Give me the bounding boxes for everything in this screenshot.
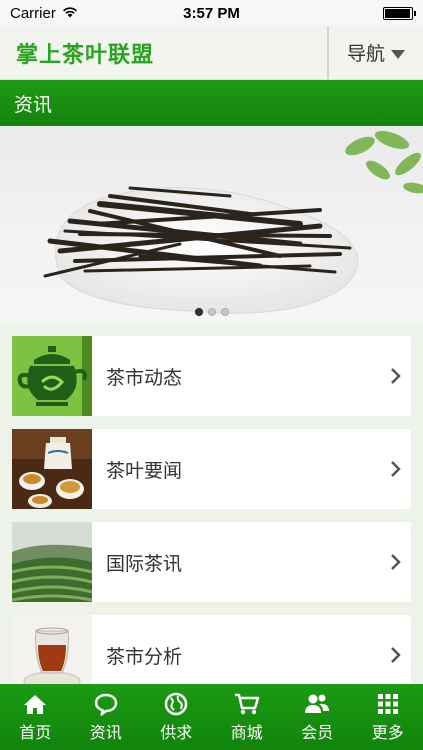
- tab-supply[interactable]: 供求: [141, 684, 212, 750]
- cart-icon: [234, 691, 260, 717]
- list-item[interactable]: 国际茶讯: [12, 522, 411, 602]
- teapot-icon: [12, 336, 92, 416]
- app-header: 掌上茶叶联盟 导航: [0, 26, 423, 80]
- tab-label: 更多: [371, 723, 404, 742]
- list-item[interactable]: 茶市动态: [12, 336, 411, 416]
- carrier-label: Carrier: [10, 4, 56, 22]
- status-right: [283, 6, 416, 20]
- wifi-icon: [62, 5, 78, 22]
- list-item-label: 茶叶要闻: [106, 459, 183, 482]
- list-item[interactable]: 茶市分析: [12, 615, 411, 695]
- battery-icon: [382, 6, 416, 20]
- banner-carousel[interactable]: [0, 126, 423, 324]
- chevron-right-icon: [381, 646, 411, 664]
- carousel-dot[interactable]: [207, 308, 216, 316]
- tab-members[interactable]: 会员: [282, 684, 353, 750]
- carousel-pagination[interactable]: [194, 308, 229, 316]
- carousel-dot[interactable]: [220, 308, 229, 316]
- members-icon: [304, 691, 330, 717]
- tea-cups-icon: [12, 429, 92, 509]
- app-title: 掌上茶叶联盟: [16, 42, 155, 68]
- tab-mall[interactable]: 商城: [212, 684, 283, 750]
- status-bar: Carrier 3:57 PM: [0, 0, 423, 26]
- chevron-right-icon: [381, 460, 411, 478]
- section-title: 资讯: [14, 93, 53, 116]
- list-item-label: 茶市动态: [106, 366, 183, 389]
- status-left: Carrier: [10, 5, 140, 22]
- grid-icon: [377, 691, 399, 717]
- list-item-label: 茶市分析: [106, 645, 183, 668]
- tea-plantation-icon: [12, 522, 92, 602]
- globe-icon: [164, 691, 188, 717]
- tab-more[interactable]: 更多: [353, 684, 423, 750]
- bottom-tab-bar: 首页 资讯 供求 商城 会员 更多: [0, 684, 423, 750]
- banner-tea-image: [43, 130, 423, 314]
- battery-level: [384, 8, 410, 18]
- section-title-bar: 资讯: [0, 80, 423, 126]
- chevron-right-icon: [381, 367, 411, 385]
- tab-news[interactable]: 资讯: [71, 684, 142, 750]
- nav-menu-label: 导航: [346, 43, 385, 65]
- tab-home[interactable]: 首页: [0, 684, 71, 750]
- carousel-dot[interactable]: [194, 308, 203, 316]
- list-item-label: 国际茶讯: [106, 552, 183, 575]
- tea-glass-icon: [12, 615, 92, 695]
- caret-down-icon: [391, 49, 405, 59]
- list-item[interactable]: 茶叶要闻: [12, 429, 411, 509]
- tab-label: 商城: [230, 723, 263, 742]
- chevron-right-icon: [381, 553, 411, 571]
- news-category-list: 茶市动态 茶叶要闻 国际茶讯 茶市分析: [0, 324, 423, 695]
- tab-label: 会员: [301, 723, 334, 742]
- tab-label: 首页: [19, 723, 52, 742]
- tab-label: 资讯: [89, 723, 122, 742]
- tab-label: 供求: [160, 723, 193, 742]
- status-time: 3:57 PM: [183, 4, 240, 22]
- nav-menu-button[interactable]: 导航: [327, 26, 423, 79]
- home-icon: [23, 691, 47, 717]
- chat-bubble-icon: [94, 691, 118, 717]
